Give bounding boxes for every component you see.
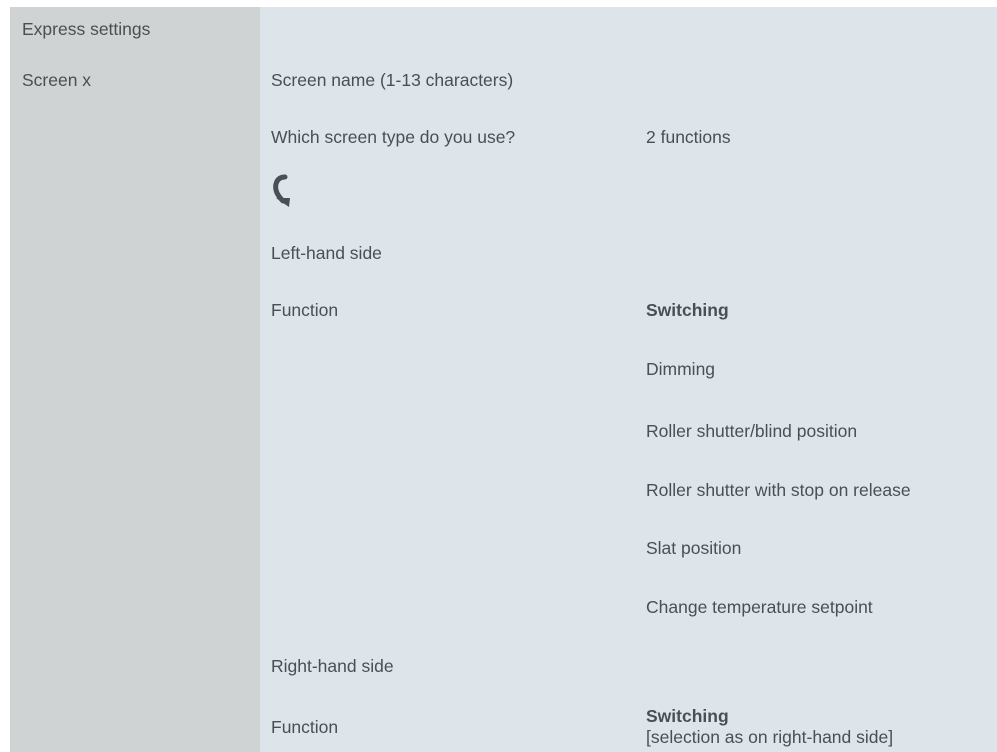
screen-name-label: Screen name (1-13 characters) xyxy=(271,70,514,90)
settings-window xyxy=(0,7,997,752)
option-dimming[interactable]: Dimming xyxy=(646,359,715,379)
right-function-note: [selection as on right-hand side] xyxy=(646,727,894,747)
sidebar xyxy=(10,7,260,752)
sidebar-item-screen-x[interactable]: Screen x xyxy=(22,70,91,90)
sidebar-item-express-settings[interactable]: Express settings xyxy=(22,19,150,39)
left-hand-side-heading: Left-hand side xyxy=(271,243,382,263)
option-switching[interactable]: Switching xyxy=(646,300,729,320)
option-roller-shutter-stop-on-release[interactable]: Roller shutter with stop on release xyxy=(646,480,911,500)
option-slat-position[interactable]: Slat position xyxy=(646,538,741,558)
right-hand-side-heading: Right-hand side xyxy=(271,656,394,676)
curved-arrow-icon xyxy=(273,174,290,207)
right-function-value[interactable]: Switching xyxy=(646,706,729,726)
screen-type-label: Which screen type do you use? xyxy=(271,127,516,147)
right-function-label: Function xyxy=(271,717,339,737)
screen-type-value[interactable]: 2 functions xyxy=(646,127,731,147)
main-panel xyxy=(260,7,997,752)
left-function-label: Function xyxy=(271,300,339,320)
option-roller-shutter-blind-position[interactable]: Roller shutter/blind position xyxy=(646,421,857,441)
option-change-temperature-setpoint[interactable]: Change temperature setpoint xyxy=(646,597,873,617)
